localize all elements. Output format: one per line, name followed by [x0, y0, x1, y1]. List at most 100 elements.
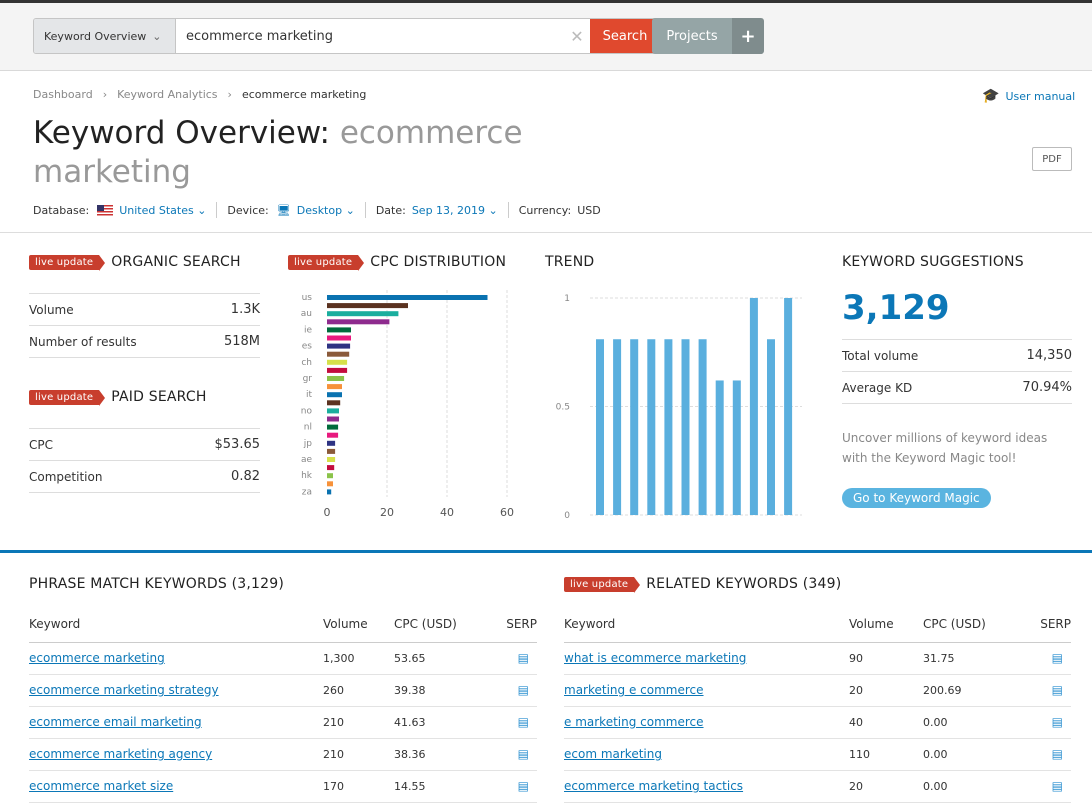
keyword-cell: ecommerce email marketing: [29, 706, 323, 739]
breadcrumb-dashboard[interactable]: Dashboard: [33, 88, 93, 101]
trend-bar[interactable]: [749, 298, 758, 515]
y-tick-label: it: [306, 390, 313, 400]
cpc-bar[interactable]: [327, 424, 339, 430]
cpc-bar[interactable]: [327, 416, 339, 422]
serp-icon[interactable]: ▤: [1052, 683, 1063, 697]
keyword-link[interactable]: ecommerce email marketing: [29, 715, 202, 729]
cpc-bar[interactable]: [327, 400, 341, 406]
serp-icon[interactable]: ▤: [1052, 747, 1063, 761]
cpc-bar[interactable]: [327, 448, 336, 454]
divider: [0, 232, 1092, 233]
volume-cell: 40: [849, 706, 923, 739]
trend-bar[interactable]: [767, 339, 775, 515]
y-tick-label: 0: [564, 511, 570, 521]
add-project-button[interactable]: +: [732, 18, 764, 54]
cpc-bar[interactable]: [327, 384, 342, 390]
trend-heading: TREND: [545, 254, 595, 270]
cpc-cell: 41.63: [394, 706, 497, 739]
cpc-bar[interactable]: [327, 481, 333, 487]
table-row: ecommerce marketing 1,300 53.65 ▤: [29, 642, 537, 675]
title-prefix: Keyword Overview:: [33, 115, 330, 151]
serp-icon[interactable]: ▤: [518, 715, 529, 729]
user-manual-link[interactable]: 🎓 User manual: [982, 88, 1075, 104]
cpc-bar[interactable]: [327, 359, 348, 365]
keyword-link[interactable]: ecommerce marketing: [29, 651, 165, 665]
cpc-bar[interactable]: [327, 432, 339, 438]
keyword-link[interactable]: marketing e commerce: [564, 683, 704, 697]
keyword-link[interactable]: ecom marketing: [564, 747, 662, 761]
serp-icon[interactable]: ▤: [518, 779, 529, 793]
trend-bar[interactable]: [630, 339, 639, 515]
trend-bar[interactable]: [664, 339, 673, 515]
cpc-bar[interactable]: [327, 457, 336, 462]
currency-value: USD: [577, 203, 601, 217]
serp-icon[interactable]: ▤: [1052, 715, 1063, 729]
cpc-bar[interactable]: [327, 351, 350, 357]
trend-bar[interactable]: [732, 380, 741, 515]
column-header[interactable]: Volume: [849, 606, 923, 643]
cpc-bar[interactable]: [327, 303, 408, 309]
cpc-bar[interactable]: [327, 367, 348, 373]
keyword-cell: ecommerce marketing tactics: [564, 770, 849, 803]
cpc-bar[interactable]: [327, 465, 335, 471]
cpc-bar[interactable]: [327, 319, 390, 325]
date-dropdown[interactable]: Sep 13, 2019 ⌄: [412, 204, 498, 217]
trend-bar[interactable]: [681, 339, 690, 515]
pdf-button[interactable]: PDF: [1032, 147, 1072, 171]
column-header[interactable]: Keyword: [564, 606, 849, 643]
report-type-select[interactable]: Keyword Overview ⌄: [34, 19, 176, 53]
serp-icon[interactable]: ▤: [1052, 779, 1063, 793]
date-label: Date:: [375, 203, 406, 217]
column-header[interactable]: SERP: [497, 606, 537, 643]
volume-cell: 210: [323, 738, 394, 771]
keyword-link[interactable]: ecommerce marketing agency: [29, 747, 212, 761]
trend-bar[interactable]: [613, 339, 622, 515]
serp-icon[interactable]: ▤: [518, 683, 529, 697]
trend-bar[interactable]: [647, 339, 656, 515]
keyword-link[interactable]: ecommerce marketing tactics: [564, 779, 743, 793]
suggestions-count[interactable]: 3,129: [842, 288, 950, 328]
cpc-bar[interactable]: [327, 327, 351, 333]
trend-bar[interactable]: [784, 298, 793, 515]
stat-row: Average KD 70.94%: [842, 371, 1072, 403]
database-dropdown[interactable]: United States ⌄: [119, 204, 206, 217]
cpc-bar[interactable]: [327, 343, 351, 349]
keyword-magic-button[interactable]: Go to Keyword Magic: [842, 488, 991, 508]
trend-bar[interactable]: [596, 339, 604, 515]
keyword-link[interactable]: ecommerce marketing strategy: [29, 683, 219, 697]
divider: [507, 202, 509, 218]
trend-bar[interactable]: [698, 339, 707, 515]
cpc-bar[interactable]: [327, 489, 332, 495]
column-header[interactable]: CPC (USD): [394, 606, 497, 643]
cpc-bar[interactable]: [327, 295, 488, 300]
column-header[interactable]: SERP: [1031, 606, 1071, 643]
column-header[interactable]: CPC (USD): [923, 606, 1031, 643]
search-input[interactable]: [176, 19, 564, 53]
cpc-cell: 53.65: [394, 642, 497, 675]
trend-bar[interactable]: [715, 380, 724, 515]
projects-button[interactable]: Projects: [652, 18, 732, 54]
cpc-bar[interactable]: [327, 335, 351, 341]
keyword-link[interactable]: e marketing commerce: [564, 715, 704, 729]
cpc-bar[interactable]: [327, 408, 339, 414]
cpc-bar[interactable]: [327, 440, 336, 446]
keyword-link[interactable]: ecommerce market size: [29, 779, 173, 793]
page-title: Keyword Overview: ecommerce marketing: [33, 114, 553, 192]
device-dropdown[interactable]: Desktop ⌄: [297, 204, 355, 217]
serp-icon[interactable]: ▤: [518, 747, 529, 761]
cpc-bar[interactable]: [327, 376, 345, 381]
column-header[interactable]: Keyword: [29, 606, 323, 643]
breadcrumb-keyword-analytics[interactable]: Keyword Analytics: [117, 88, 217, 101]
cpc-bar[interactable]: [327, 311, 399, 317]
serp-icon[interactable]: ▤: [1052, 651, 1063, 665]
clear-icon[interactable]: ✕: [564, 19, 590, 53]
keyword-link[interactable]: what is ecommerce marketing: [564, 651, 746, 665]
table-row: ecommerce marketing tactics 20 0.00 ▤: [564, 770, 1071, 803]
x-tick-label: 40: [440, 506, 454, 519]
column-header[interactable]: Volume: [323, 606, 394, 643]
volume-cell: 1,300: [323, 642, 394, 675]
cpc-bar[interactable]: [327, 473, 333, 479]
serp-icon[interactable]: ▤: [518, 651, 529, 665]
search-button[interactable]: Search: [590, 19, 660, 53]
cpc-bar[interactable]: [327, 392, 342, 398]
